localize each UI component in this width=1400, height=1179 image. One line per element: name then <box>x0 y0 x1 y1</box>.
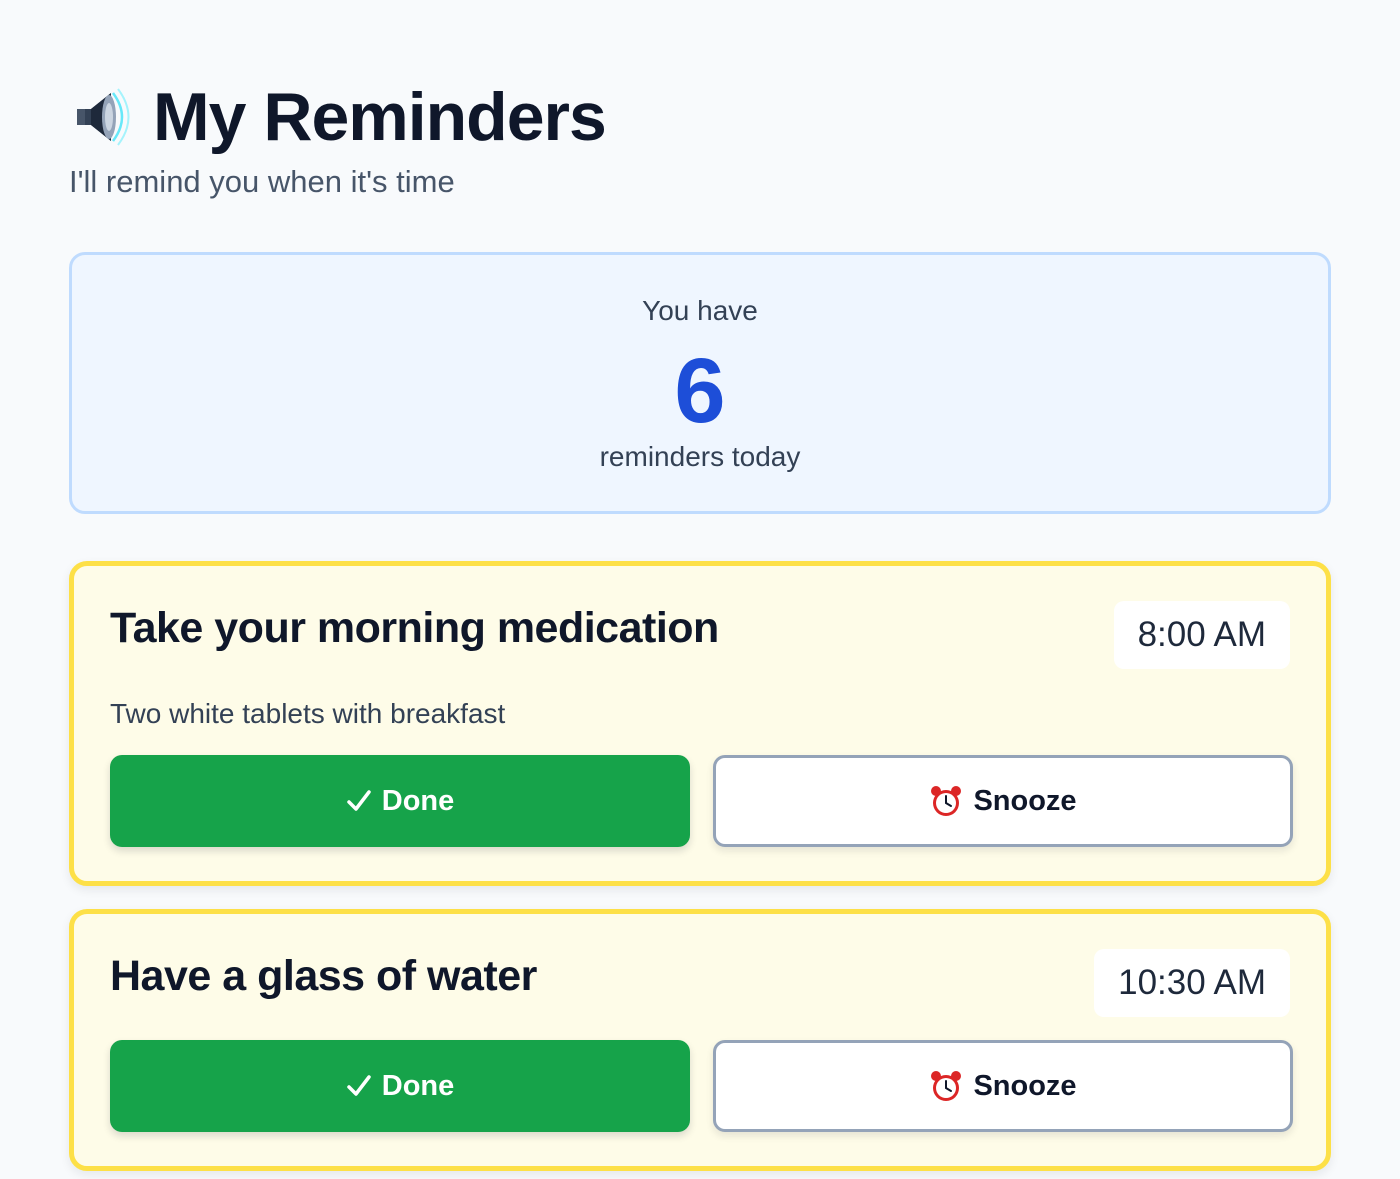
snooze-button-label: Snooze <box>973 1069 1077 1102</box>
snooze-button[interactable]: Snooze <box>713 755 1293 847</box>
alarm-clock-icon <box>929 1069 963 1103</box>
reminder-card: Have a glass of water 10:30 AM Done Snoo… <box>69 909 1331 1171</box>
page-title: My Reminders <box>153 79 607 155</box>
check-icon <box>346 1073 372 1099</box>
reminder-title: Have a glass of water <box>110 952 537 1000</box>
done-button-label: Done <box>381 784 455 817</box>
done-button[interactable]: Done <box>110 755 690 847</box>
reminder-time: 8:00 AM <box>1113 601 1290 669</box>
page-subtitle: I'll remind you when it's time <box>69 164 455 199</box>
done-button[interactable]: Done <box>110 1040 690 1132</box>
reminder-count: 6 <box>674 340 726 442</box>
check-icon <box>346 788 372 814</box>
reminder-description: Two white tablets with breakfast <box>110 698 506 729</box>
done-button-label: Done <box>381 1069 455 1102</box>
reminders-page: My Reminders I'll remind you when it's t… <box>0 0 1400 1179</box>
page-header: My Reminders I'll remind you when it's t… <box>69 78 607 200</box>
snooze-button-label: Snooze <box>973 784 1077 817</box>
reminder-title: Take your morning medication <box>110 604 719 652</box>
summary-pre-text: You have <box>642 295 758 326</box>
reminder-time: 10:30 AM <box>1094 949 1290 1017</box>
alarm-clock-icon <box>929 784 963 818</box>
reminder-card: Take your morning medication 8:00 AM Two… <box>69 561 1331 886</box>
snooze-button[interactable]: Snooze <box>713 1040 1293 1132</box>
speaker-icon <box>69 83 137 151</box>
reminder-summary: You have 6 reminders today <box>69 252 1331 514</box>
summary-post-text: reminders today <box>599 441 801 472</box>
title-row: My Reminders <box>69 78 607 156</box>
